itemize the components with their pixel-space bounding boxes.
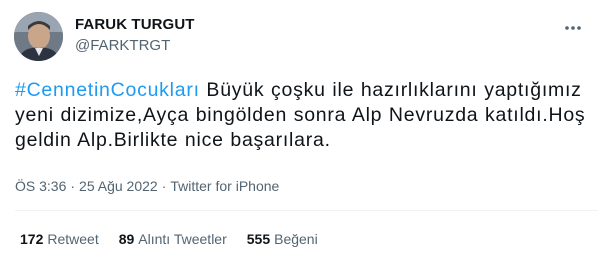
quotes-stat[interactable]: 89 Alıntı Tweetler (119, 231, 227, 247)
tweet-source[interactable]: Twitter for iPhone (170, 178, 279, 194)
avatar[interactable] (14, 12, 63, 61)
tweet-meta: ÖS 3:36 · 25 Ağu 2022 · Twitter for iPho… (15, 178, 279, 194)
author-name[interactable]: FARUK TURGUT (75, 16, 195, 33)
quotes-label: Alıntı Tweetler (138, 231, 227, 247)
meta-separator: · (161, 178, 167, 194)
more-horizontal-icon (565, 26, 581, 30)
tweet-date[interactable]: 25 Ağu 2022 (79, 178, 158, 194)
divider (15, 210, 598, 211)
retweets-label: Retweet (47, 231, 99, 247)
retweets-count: 172 (20, 231, 44, 247)
likes-label: Beğeni (274, 231, 318, 247)
tweet-time[interactable]: ÖS 3:36 (15, 178, 66, 194)
likes-stat[interactable]: 555 Beğeni (247, 231, 318, 247)
likes-count: 555 (246, 231, 271, 247)
more-options-button[interactable] (563, 18, 583, 38)
quotes-count: 89 (118, 231, 135, 247)
meta-separator: · (70, 178, 76, 194)
hashtag-link[interactable]: #CennetinCocukları (15, 79, 200, 101)
retweets-stat[interactable]: 172 Retweet (20, 231, 99, 247)
tweet-stats: 172 Retweet 89 Alıntı Tweetler 555 Beğen… (20, 231, 338, 247)
author-handle[interactable]: @FARKTRGT (75, 37, 170, 54)
avatar-photo (14, 12, 63, 61)
tweet-card: FARUK TURGUT @FARKTRGT #CennetinCocuklar… (0, 0, 612, 263)
tweet-text: #CennetinCocukları Büyük çoşku ile hazır… (15, 78, 600, 153)
